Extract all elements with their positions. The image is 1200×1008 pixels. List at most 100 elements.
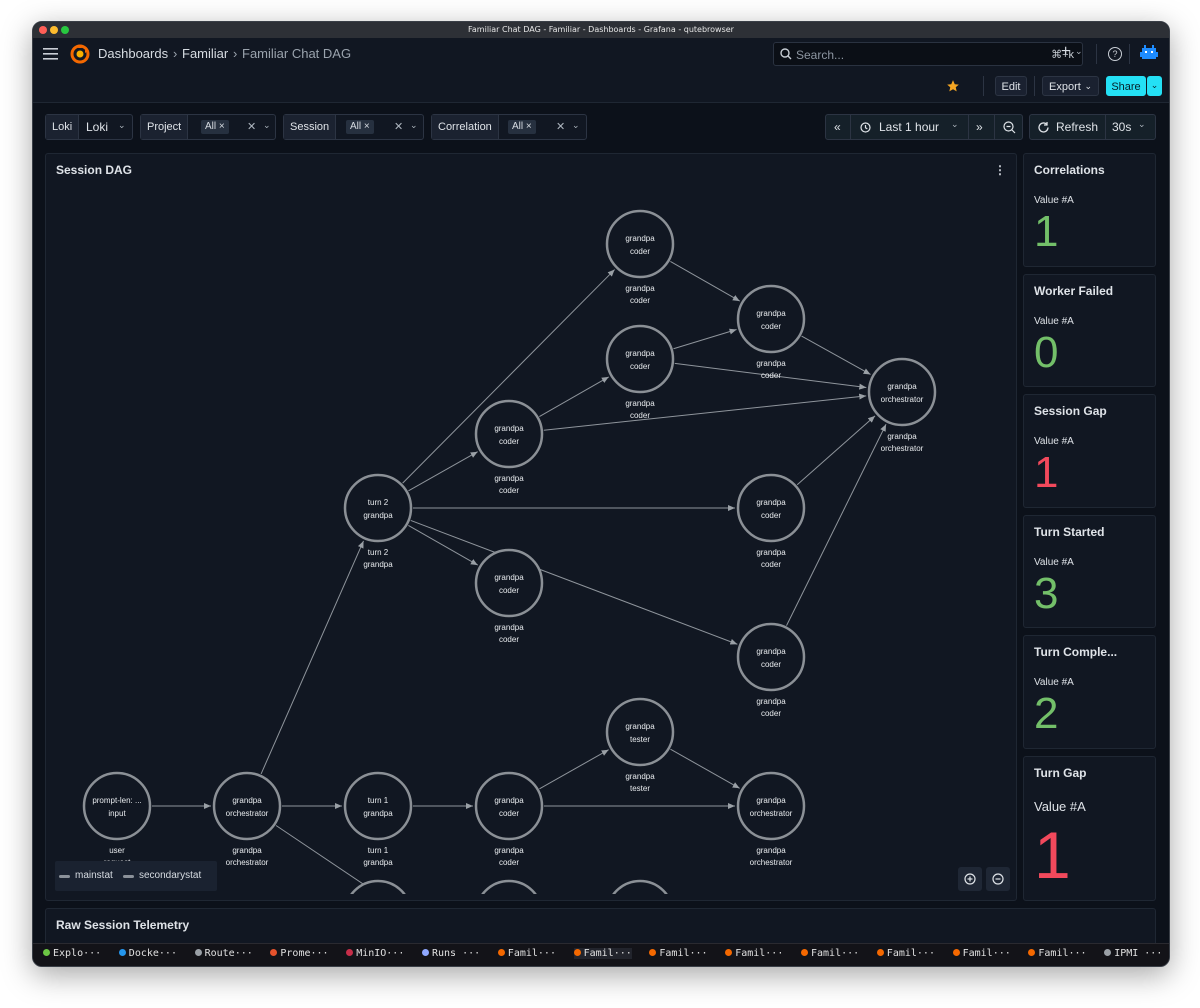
- dag-node-circle[interactable]: [605, 209, 675, 279]
- tab-favicon-icon: [1028, 949, 1036, 956]
- shift-back-icon[interactable]: «: [834, 120, 841, 134]
- stat-title: Correlations: [1034, 163, 1105, 177]
- dag-node-circle[interactable]: [605, 697, 675, 767]
- dag-node[interactable]: grandpa coder grandpa coder: [736, 284, 806, 380]
- correlation-value-chip[interactable]: All ×: [508, 120, 536, 134]
- dag-edge: [260, 540, 364, 775]
- browser-tab[interactable]: Famil···: [952, 948, 1011, 959]
- dag-node-circle[interactable]: [82, 771, 152, 841]
- dag-node-secondarystat: orchestrator: [226, 809, 269, 818]
- browser-tab[interactable]: Famil···: [497, 948, 556, 959]
- add-button[interactable]: +: [1061, 43, 1070, 61]
- project-value-chip[interactable]: All ×: [201, 120, 229, 134]
- close-window-button[interactable]: [39, 26, 47, 34]
- dag-node-circle[interactable]: [474, 771, 544, 841]
- dag-edge: [539, 749, 609, 790]
- browser-tab[interactable]: Docke···: [118, 948, 177, 959]
- search-input[interactable]: Search... ⌘+k: [773, 42, 1083, 66]
- time-range[interactable]: Last 1 hour: [879, 120, 939, 134]
- dag-node-circle[interactable]: [605, 324, 675, 394]
- share-dropdown-button[interactable]: ⌄: [1147, 76, 1162, 96]
- browser-tab[interactable]: Route···: [194, 948, 253, 959]
- browser-tab[interactable]: Famil···: [876, 948, 935, 959]
- project-variable[interactable]: Project All × ✕ ⌄: [140, 114, 276, 140]
- dag-node-circle[interactable]: [736, 622, 806, 692]
- dag-node[interactable]: grandpa coder grandpa coder: [605, 324, 675, 420]
- dag-node[interactable]: grandpa coder grandpa coder: [474, 771, 544, 867]
- dag-node-circle[interactable]: [607, 879, 673, 894]
- dag-node-circle[interactable]: [212, 771, 282, 841]
- clear-icon[interactable]: ✕: [394, 120, 403, 133]
- browser-tab[interactable]: MinIO···: [346, 948, 404, 959]
- dag-node-circle[interactable]: [345, 879, 411, 894]
- browser-tab[interactable]: Famil···: [725, 948, 783, 959]
- browser-tab[interactable]: Famil···: [649, 948, 708, 959]
- zoom-out-button[interactable]: [986, 867, 1010, 891]
- dag-edge: [408, 524, 479, 566]
- dag-node-circle[interactable]: [476, 879, 542, 894]
- dag-node[interactable]: grandpa tester grandpa tester: [605, 697, 675, 793]
- dag-node[interactable]: turn 1 grandpa turn 1 grandpa: [343, 771, 413, 867]
- chevron-down-icon[interactable]: ⌄: [410, 120, 418, 131]
- dag-node-circle[interactable]: [736, 284, 806, 354]
- chevron-down-icon[interactable]: ⌄: [572, 120, 580, 131]
- correlation-variable[interactable]: Correlation All × ✕ ⌄: [431, 114, 587, 140]
- edit-button[interactable]: Edit: [995, 76, 1027, 96]
- browser-tab[interactable]: Famil···: [573, 948, 632, 959]
- dag-node[interactable]: grandpa orchestrator grandpa orchestrator: [212, 771, 282, 867]
- zoom-in-button[interactable]: [958, 867, 982, 891]
- dag-node[interactable]: prompt-len: ...inputuserrequest: [82, 771, 152, 867]
- dag-node[interactable]: grandpa coder grandpa coder: [605, 209, 675, 305]
- browser-tab[interactable]: Famil···: [801, 948, 859, 959]
- session-variable[interactable]: Session All × ✕ ⌄: [283, 114, 424, 140]
- user-avatar-icon[interactable]: [1140, 44, 1158, 62]
- refresh-button[interactable]: Refresh: [1056, 120, 1098, 134]
- datasource-variable[interactable]: Loki Loki ⌄: [45, 114, 133, 140]
- dag-node[interactable]: turn 2 grandpa turn 2 grandpa: [343, 473, 413, 569]
- dag-node-subtitle: orchestrator: [881, 444, 924, 453]
- grafana-logo-icon[interactable]: [70, 44, 90, 64]
- session-value-chip[interactable]: All ×: [346, 120, 374, 134]
- chevron-down-icon[interactable]: ⌄: [1138, 119, 1146, 130]
- refresh-interval[interactable]: 30s: [1112, 120, 1131, 134]
- dag-node-circle[interactable]: [736, 771, 806, 841]
- browser-tab[interactable]: IPMI ···: [1104, 948, 1162, 959]
- zoom-out-icon[interactable]: [1003, 121, 1016, 134]
- tab-favicon-icon: [43, 949, 50, 956]
- chevron-down-icon[interactable]: ⌄: [951, 119, 959, 130]
- breadcrumb-dashboards[interactable]: Dashboards: [98, 46, 168, 61]
- dag-node-circle[interactable]: [343, 473, 413, 543]
- menu-icon[interactable]: [43, 47, 59, 61]
- clear-icon[interactable]: ✕: [247, 120, 256, 133]
- dag-node-circle[interactable]: [736, 473, 806, 543]
- browser-tab[interactable]: Prome···: [270, 948, 329, 959]
- browser-tab[interactable]: Famil···: [1028, 948, 1087, 959]
- zoom-window-button[interactable]: [61, 26, 69, 34]
- dag-node[interactable]: grandpa coder grandpa coder: [736, 473, 806, 569]
- dag-graph[interactable]: grandpacodergrandpacoder grandpacodergran…: [46, 154, 1016, 894]
- dag-node[interactable]: grandpa orchestrator grandpa orchestrator: [736, 771, 806, 867]
- share-button[interactable]: Share: [1106, 76, 1146, 96]
- chevron-down-icon[interactable]: ⌄: [1075, 46, 1083, 57]
- browser-tab[interactable]: Explo···: [43, 948, 101, 959]
- dag-node[interactable]: grandpa coder grandpa coder: [736, 622, 806, 718]
- datasource-select[interactable]: Loki: [86, 120, 108, 134]
- browser-tab[interactable]: Runs ···: [422, 948, 480, 959]
- help-icon[interactable]: ?: [1108, 47, 1122, 61]
- star-icon[interactable]: [946, 79, 960, 93]
- breadcrumb-familiar[interactable]: Familiar: [182, 46, 228, 61]
- dag-node-circle[interactable]: [343, 771, 413, 841]
- chevron-down-icon[interactable]: ⌄: [263, 120, 271, 131]
- dag-node-circle[interactable]: [474, 548, 544, 618]
- stat-title: Session Gap: [1034, 404, 1107, 418]
- dag-node[interactable]: grandpa coder grandpa coder: [474, 399, 544, 495]
- shift-forward-icon[interactable]: »: [976, 120, 983, 134]
- minimize-window-button[interactable]: [50, 26, 58, 34]
- export-button[interactable]: Export ⌄: [1042, 76, 1099, 96]
- clear-icon[interactable]: ✕: [556, 120, 565, 133]
- dag-node-subtitle: coder: [761, 371, 781, 380]
- browser-tab-bar: Explo··· Docke··· Route··· Prome··· MinIO···…: [33, 943, 1169, 966]
- dag-node[interactable]: grandpa coder grandpa coder: [474, 548, 544, 644]
- dag-node-circle[interactable]: [867, 357, 937, 427]
- dag-node-circle[interactable]: [474, 399, 544, 469]
